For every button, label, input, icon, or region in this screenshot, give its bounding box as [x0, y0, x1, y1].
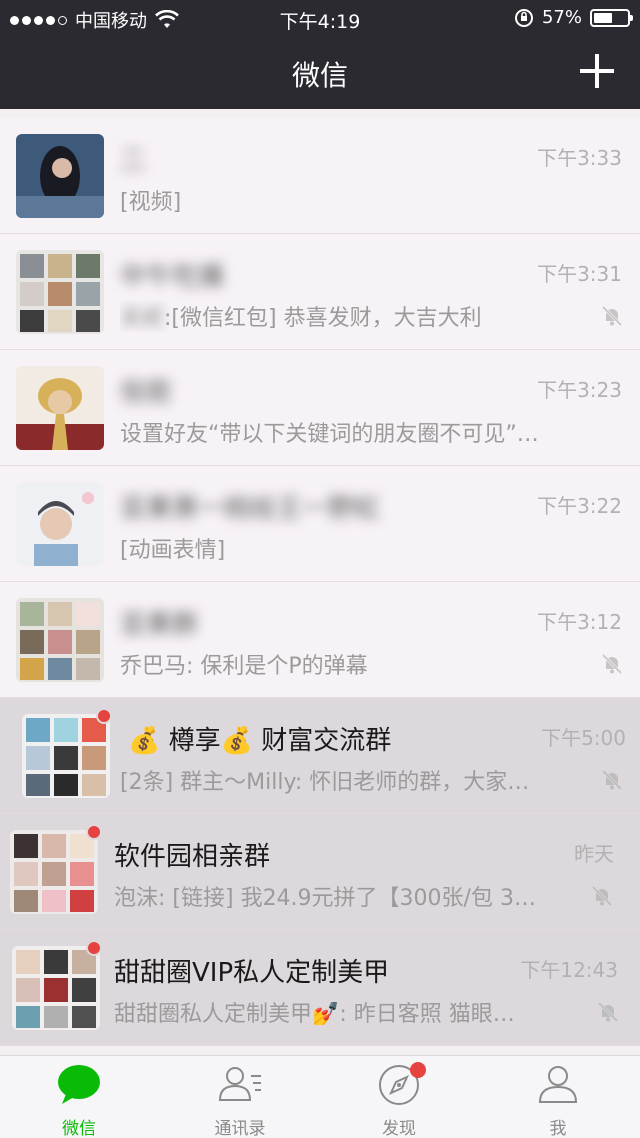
chat-row[interactable]: 甜甜圈VIP私人定制美甲 下午12:43 甜甜圈私人定制美甲💅: 昨日客照 猫眼…: [0, 930, 640, 1046]
chat-preview: 设置好友“带以下关键词的朋友圈不可见”…: [120, 422, 539, 447]
chat-name: 亚果群: [120, 610, 199, 640]
avatar: [16, 482, 104, 566]
page-title: 微信: [291, 59, 348, 92]
mute-bell-icon: [601, 305, 623, 327]
chat-preview: 甜甜圈私人定制美甲💅: 昨日客照 猫眼…: [114, 1002, 515, 1027]
chat-row[interactable]: 倪若 下午3:23 设置好友“带以下关键词的朋友圈不可见”…: [0, 350, 640, 466]
chat-bubble-icon: [58, 1065, 100, 1104]
chat-preview: [2条] 群主～Milly: 怀旧老师的群，大家…: [120, 770, 530, 795]
tab-me[interactable]: 我: [498, 1062, 618, 1138]
chat-name: 甜甜圈VIP私人定制美甲: [114, 958, 390, 988]
avatar: [16, 366, 104, 450]
avatar: [16, 134, 104, 218]
discover-badge: [410, 1062, 426, 1078]
preview-sender: 吴妮: [120, 306, 165, 331]
chat-name: 亚果萧一桃绘王一野虹: [120, 494, 381, 524]
mute-bell-icon: [591, 885, 613, 907]
tab-bar: 微信 通讯录 发现 我: [0, 1055, 640, 1138]
chat-time: 下午3:12: [537, 610, 622, 634]
tab-label: 通讯录: [214, 1119, 266, 1138]
add-plus-icon[interactable]: [580, 54, 614, 88]
chat-preview: [动画表情]: [120, 538, 226, 563]
unread-dot: [96, 708, 112, 724]
battery-percent: 57%: [541, 7, 582, 28]
chat-time: 下午5:00: [541, 726, 626, 750]
avatar: [16, 250, 104, 334]
avatar: [16, 598, 104, 682]
status-bar: 中国移动 下午4:19 57%: [0, 0, 640, 36]
chat-row[interactable]: 中午吃播 下午3:31 吴妮:[微信红包] 恭喜发财，大吉大利: [0, 234, 640, 350]
chat-name: 倪若: [120, 378, 173, 408]
chat-name: 中午吃播: [120, 262, 225, 292]
chat-row[interactable]: 二 下午3:33 [视频]: [0, 118, 640, 234]
avatar: [10, 830, 98, 914]
chat-time: 下午3:31: [537, 262, 622, 286]
mute-bell-icon: [601, 769, 623, 791]
chat-time: 下午3:22: [537, 494, 622, 518]
chat-name: 二: [120, 146, 147, 176]
unread-dot: [86, 824, 102, 840]
tab-label: 发现: [382, 1119, 416, 1138]
chat-list: 二 下午3:33 [视频] 中午吃播 下午3:31 吴妮:[微信红包] 恭喜发财…: [0, 118, 640, 1046]
unread-dot: [86, 940, 102, 956]
mute-bell-icon: [597, 1001, 619, 1023]
chat-row[interactable]: 💰 樽享💰 财富交流群 下午5:00 [2条] 群主～Milly: 怀旧老师的群…: [0, 698, 640, 814]
avatar: [12, 946, 100, 1030]
preview-text: :[微信红包] 恭喜发财，大吉大利: [164, 306, 482, 331]
chat-row[interactable]: 亚果群 下午3:12 乔巴马: 保利是个P的弹幕: [0, 582, 640, 698]
tab-label: 微信: [62, 1119, 96, 1138]
chat-time: 下午3:33: [537, 146, 622, 170]
tab-contacts[interactable]: 通讯录: [180, 1062, 300, 1138]
contacts-icon: [218, 1067, 261, 1101]
chat-preview: [视频]: [120, 190, 182, 215]
rotation-lock-icon: [514, 8, 533, 27]
chat-time: 下午12:43: [520, 958, 618, 982]
chat-row[interactable]: 软件园相亲群 昨天 泡沫: [链接] 我24.9元拼了【300张/包 3…: [0, 814, 640, 930]
chat-time: 昨天: [574, 842, 614, 866]
chat-row[interactable]: 亚果萧一桃绘王一野虹 下午3:22 [动画表情]: [0, 466, 640, 582]
tab-chats[interactable]: 微信: [19, 1062, 139, 1138]
person-icon: [538, 1066, 578, 1103]
tab-label: 我: [549, 1119, 567, 1138]
chat-name: 💰 樽享💰 财富交流群: [128, 726, 392, 756]
battery-icon: [590, 8, 633, 27]
mute-bell-icon: [601, 653, 623, 675]
chat-preview: 泡沫: [链接] 我24.9元拼了【300张/包 3…: [114, 886, 536, 911]
chat-time: 下午3:23: [537, 378, 622, 402]
chat-preview: 吴妮:[微信红包] 恭喜发财，大吉大利: [120, 300, 482, 332]
chat-name: 软件园相亲群: [114, 842, 271, 872]
nav-bar: 微信: [0, 36, 640, 109]
tab-discover[interactable]: 发现: [339, 1062, 459, 1138]
avatar: [22, 714, 110, 798]
chat-preview: 乔巴马: 保利是个P的弹幕: [120, 654, 368, 679]
